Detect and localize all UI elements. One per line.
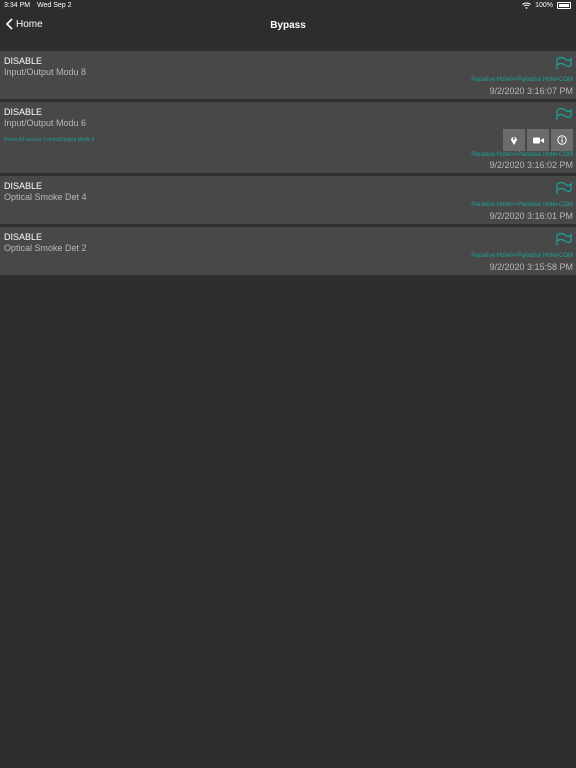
map-pin-button[interactable]: [503, 129, 525, 151]
item-timestamp: 9/2/2020 3:16:01 PM: [489, 211, 573, 221]
item-actions: [503, 129, 573, 151]
item-timestamp: 9/2/2020 3:16:02 PM: [489, 160, 573, 170]
item-state: DISABLE: [4, 107, 43, 117]
item-device: Input/Output Modu 8: [4, 67, 87, 77]
item-source: Paradise Hotel>>Paradise Hotel-COM: [471, 77, 573, 83]
list-item[interactable]: DISABLE Optical Smoke Det 4 Paradise Hot…: [0, 176, 576, 224]
item-source: Paradise Hotel>>Paradise Hotel-COM: [471, 152, 573, 158]
status-bar: 3:34 PM Wed Sep 2 100%: [0, 0, 576, 12]
list-item[interactable]: DISABLE Input/Output Modu 8 Paradise Hot…: [0, 51, 576, 99]
status-time: 3:34 PM: [4, 2, 31, 9]
flag-icon: [556, 232, 572, 245]
info-button[interactable]: [551, 129, 573, 151]
status-date: Wed Sep 2: [37, 2, 72, 9]
item-source: Paradise Hotel>>Paradise Hotel-COM: [471, 253, 573, 259]
item-device: Input/Output Modu 6: [4, 118, 87, 128]
status-right: 100%: [522, 2, 571, 9]
item-path: Room A2-access 1>Input/Output Modu 6: [4, 137, 95, 143]
flag-icon: [556, 181, 572, 194]
list-item[interactable]: DISABLE Input/Output Modu 6 Room A2-acce…: [0, 102, 576, 173]
item-timestamp: 9/2/2020 3:16:07 PM: [489, 86, 573, 96]
item-state: DISABLE: [4, 232, 43, 242]
item-timestamp: 9/2/2020 3:15:58 PM: [489, 262, 573, 272]
list-item[interactable]: DISABLE Optical Smoke Det 2 Paradise Hot…: [0, 227, 576, 275]
item-source: Paradise Hotel>>Paradise Hotel-COM: [471, 202, 573, 208]
flag-icon: [556, 56, 572, 69]
bypass-list: DISABLE Input/Output Modu 8 Paradise Hot…: [0, 51, 576, 278]
info-icon: [557, 135, 567, 145]
battery-icon: [557, 2, 571, 9]
navigation-bar: Home Bypass: [0, 12, 576, 38]
flag-icon: [556, 107, 572, 120]
map-pin-icon: [511, 137, 517, 145]
battery-percent: 100%: [535, 2, 553, 9]
item-state: DISABLE: [4, 181, 43, 191]
wifi-icon: [522, 2, 531, 9]
video-icon: [532, 137, 544, 143]
item-device: Optical Smoke Det 4: [4, 192, 87, 202]
video-button[interactable]: [527, 129, 549, 151]
item-device: Optical Smoke Det 2: [4, 243, 87, 253]
page-title: Bypass: [270, 20, 306, 31]
item-state: DISABLE: [4, 56, 43, 66]
